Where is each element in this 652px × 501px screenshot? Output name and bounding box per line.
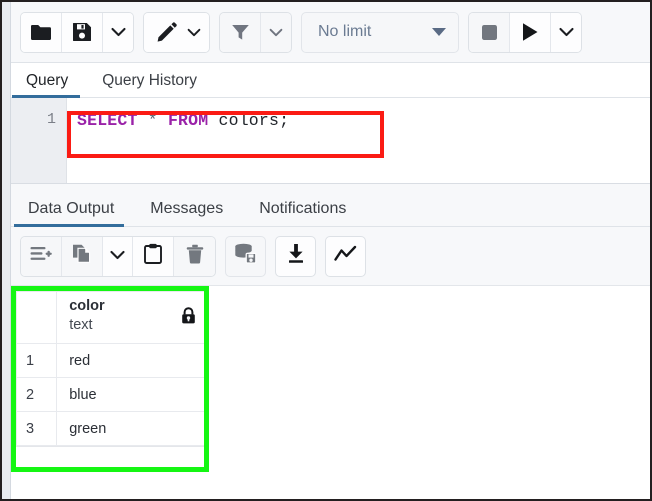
sql-space-3 [208, 111, 218, 130]
save-icon [72, 22, 92, 42]
trash-icon [186, 244, 204, 269]
query-tab-bar: Query Query History [11, 63, 650, 98]
tab-data-output[interactable]: Data Output [13, 200, 125, 227]
execute-button-group [468, 11, 582, 53]
tab-data-output-label: Data Output [28, 200, 115, 217]
row-number-header [15, 291, 58, 344]
tab-query[interactable]: Query [11, 72, 84, 98]
execute-dropdown[interactable] [551, 12, 581, 52]
tab-messages[interactable]: Messages [146, 200, 233, 226]
line-number: 1 [46, 111, 56, 128]
row-number-cell: 2 [15, 377, 58, 412]
table-row[interactable]: 1 red [15, 343, 206, 378]
row-limit-value: No limit [318, 23, 372, 40]
execute-button[interactable] [510, 12, 551, 52]
chevron-down-icon [110, 247, 125, 265]
add-row-icon [30, 245, 52, 268]
lock-icon [181, 307, 196, 329]
filter-dropdown[interactable] [261, 12, 291, 52]
results-toolbar [11, 227, 650, 286]
tab-query-history-label: Query History [102, 72, 197, 89]
open-file-button[interactable] [21, 12, 62, 52]
download-button[interactable] [275, 235, 316, 277]
row-number-cell: 3 [15, 411, 58, 446]
results-table-body: 1 red 2 blue 3 green [15, 343, 206, 446]
edit-dropdown[interactable] [185, 12, 209, 52]
clipboard-icon [144, 243, 162, 269]
chevron-down-icon [187, 28, 201, 37]
grid-empty-area [205, 290, 650, 472]
tab-query-history[interactable]: Query History [100, 72, 213, 97]
chevron-down-icon [110, 27, 126, 37]
column-header-color[interactable]: color text [56, 291, 206, 344]
sql-keyword-select: SELECT [77, 111, 138, 130]
left-gutter [2, 2, 11, 499]
column-name-label: color [69, 298, 105, 314]
delete-button[interactable] [174, 236, 215, 276]
row-edit-button-group [20, 235, 216, 277]
cell-color[interactable]: green [56, 411, 206, 446]
edit-button[interactable] [144, 12, 185, 52]
filter-button-group [219, 11, 292, 53]
table-header-row: color text [15, 291, 206, 344]
edit-button-group [143, 11, 210, 53]
save-file-button[interactable] [62, 12, 103, 52]
sql-keyword-from: FROM [167, 111, 209, 130]
sql-table-identifier: colors; [218, 111, 290, 130]
results-table-head: color text [15, 291, 206, 344]
play-icon [521, 22, 539, 42]
chevron-down-icon [432, 28, 446, 36]
tab-notifications-label: Notifications [259, 200, 347, 217]
chevron-down-icon [558, 27, 574, 37]
chart-line-icon [334, 245, 357, 268]
sql-editor[interactable]: 1 SELECT * FROM colors; [11, 98, 650, 183]
filter-icon [231, 23, 250, 42]
add-row-button[interactable] [21, 236, 62, 276]
save-data-button[interactable] [225, 235, 266, 277]
paste-button[interactable] [133, 236, 174, 276]
copy-button[interactable] [62, 236, 103, 276]
row-number-cell: 1 [15, 343, 58, 378]
copy-dropdown[interactable] [103, 236, 133, 276]
file-button-group [20, 11, 134, 53]
table-row[interactable]: 3 green [15, 411, 206, 446]
graph-visualiser-button[interactable] [325, 235, 366, 277]
tab-messages-label: Messages [150, 200, 224, 217]
save-data-icon [234, 243, 257, 269]
folder-icon [30, 23, 52, 42]
tab-query-label: Query [26, 72, 69, 89]
filter-button[interactable] [220, 12, 261, 52]
copy-icon [72, 243, 92, 269]
data-output-grid[interactable]: color text 1 red 2 blue 3 green [15, 290, 206, 447]
sql-space-2 [158, 111, 168, 130]
column-type-label: text [69, 317, 93, 333]
sql-operator-star [138, 111, 148, 130]
query-toolbar: No limit [11, 2, 650, 63]
grid-bottom-area [11, 472, 650, 499]
results-table: color text 1 red 2 blue 3 green [15, 291, 206, 446]
pencil-icon [156, 21, 178, 43]
sql-code-line[interactable]: SELECT * FROM colors; [77, 111, 289, 130]
sql-star-token: * [147, 111, 158, 130]
stop-square-icon [481, 24, 498, 41]
chevron-down-icon [269, 28, 283, 37]
cell-color[interactable]: blue [56, 377, 206, 412]
download-icon [286, 243, 306, 269]
output-tab-bar: Data Output Messages Notifications [11, 183, 650, 227]
cell-color[interactable]: red [56, 343, 206, 378]
editor-line-gutter: 1 [11, 98, 67, 183]
stop-button[interactable] [469, 12, 510, 52]
table-row[interactable]: 2 blue [15, 377, 206, 412]
tab-notifications[interactable]: Notifications [255, 200, 356, 226]
row-limit-select[interactable]: No limit [301, 11, 459, 53]
save-file-dropdown[interactable] [103, 12, 133, 52]
pgadmin-query-tool-window: No limit Query Query History 1 SELECT * … [0, 0, 652, 501]
